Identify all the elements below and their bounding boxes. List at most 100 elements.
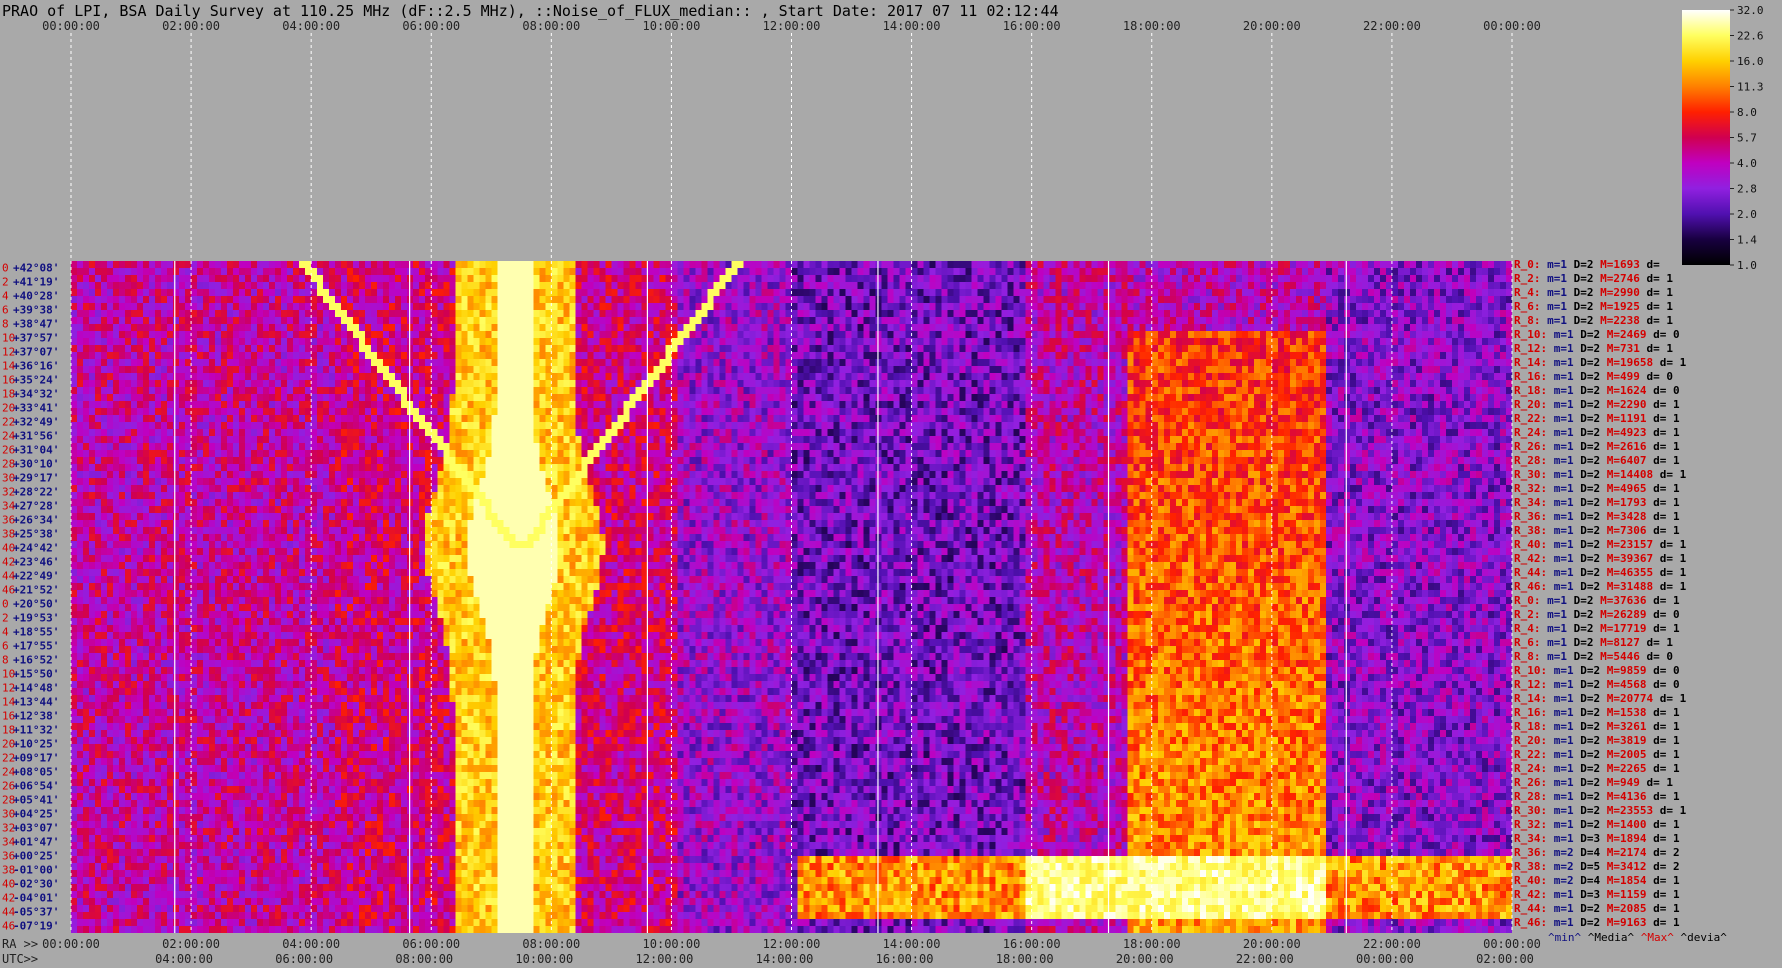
row-min: m=1 (1547, 482, 1574, 495)
row-max: M=1191 (1600, 412, 1647, 425)
utc-tick-label: 18:00:00 (996, 952, 1054, 966)
row-d: D=2 (1573, 482, 1601, 495)
declination-label: +35°24' (13, 374, 59, 387)
row-devia: d= 1 (1646, 706, 1680, 719)
row-devia: d= 1 (1646, 510, 1680, 523)
row-min: m=1 (1540, 622, 1567, 635)
row-stats: R_0: m=1 D=2 M=1693 d= (1514, 258, 1660, 271)
row-max: M=1400 (1600, 818, 1647, 831)
declination-label: +26°34' (13, 514, 59, 527)
declination-label: +05°41' (13, 794, 59, 807)
colorbar-tick-label: 5.7 (1737, 132, 1757, 145)
row-min: m=1 (1547, 412, 1574, 425)
row-stats: R_6: m=1 D=2 M=8127 d= 1 (1514, 636, 1673, 649)
row-devia: d= 1 (1646, 734, 1680, 747)
row-devia: d= 1 (1653, 566, 1687, 579)
row-max: M=3428 (1600, 510, 1647, 523)
row-id: R_34: (1514, 832, 1548, 845)
row-max: M=39367 (1600, 552, 1654, 565)
row-stats: R_36: m=1 D=2 M=3428 d= 1 (1514, 510, 1680, 523)
row-min: m=1 (1540, 594, 1567, 607)
row-id: R_30: (1514, 804, 1548, 817)
declination-label: +39°38' (13, 304, 59, 317)
row-min: m=1 (1547, 916, 1574, 929)
row-id: R_42: (1514, 888, 1548, 901)
row-min: m=2 (1547, 846, 1574, 859)
row-max: M=2990 (1593, 286, 1640, 299)
row-devia: d= 1 (1646, 426, 1680, 439)
utc-tick-label: 14:00:00 (756, 952, 814, 966)
row-max: M=23553 (1600, 804, 1654, 817)
row-devia: d= 1 (1639, 300, 1673, 313)
declination-label: +34°32' (13, 388, 59, 401)
top-tick-label: 08:00:00 (522, 19, 580, 33)
row-stats: R_12: m=1 D=2 M=731 d= 1 (1514, 342, 1673, 355)
row-stats: R_6: m=1 D=2 M=1925 d= 1 (1514, 300, 1673, 313)
ra-tick-label: 12:00:00 (763, 937, 821, 951)
row-stats: R_12: m=1 D=2 M=4568 d= 0 (1514, 678, 1680, 691)
row-devia: d= 1 (1653, 692, 1687, 705)
row-devia: d= 0 (1646, 608, 1680, 621)
declination-label: +31°56' (13, 430, 59, 443)
row-min: m=1 (1547, 748, 1574, 761)
utc-tick-label: 10:00:00 (515, 952, 573, 966)
row-devia: d= 1 (1646, 622, 1680, 635)
top-tick-label: 12:00:00 (763, 19, 821, 33)
row-d: D=4 (1573, 874, 1601, 887)
row-max: M=14408 (1600, 468, 1654, 481)
declination-label: +37°57' (13, 332, 59, 345)
row-min: m=1 (1547, 776, 1574, 789)
top-tick-label: 10:00:00 (643, 19, 701, 33)
utc-tick-label: 08:00:00 (395, 952, 453, 966)
row-id: R_42: (1514, 552, 1548, 565)
row-id: R_0: (1514, 594, 1541, 607)
row-max: M=1793 (1600, 496, 1647, 509)
colorbar: 32.0 22.6 16.0 11.3 8.0 5.7 4.0 2.8 2.0 1.4 1.0 (1682, 4, 1764, 272)
row-stats: R_8: m=1 D=2 M=2238 d= 1 (1514, 314, 1673, 327)
row-min: m=1 (1547, 356, 1574, 369)
row-d: D=2 (1573, 496, 1601, 509)
row-min: m=1 (1540, 272, 1567, 285)
row-max: M=2238 (1593, 314, 1640, 327)
colorbar-tick-label: 11.3 (1737, 81, 1764, 94)
colorbar-gradient (1682, 10, 1730, 265)
row-stats: R_46: m=1 D=2 M=9163 d= 1 (1514, 916, 1680, 929)
row-stats: R_26: m=1 D=2 M=2616 d= 1 (1514, 440, 1680, 453)
ra-tick-label: 06:00:00 (402, 937, 460, 951)
row-id: R_44: (1514, 566, 1548, 579)
declination-label: +24°42' (13, 542, 59, 555)
colorbar-tick-label: 32.0 (1737, 4, 1764, 17)
colorbar-tick-label: 2.0 (1737, 208, 1757, 221)
declination-label: +40°28' (13, 290, 59, 303)
row-stats: R_32: m=1 D=2 M=4965 d= 1 (1514, 482, 1680, 495)
ra-tick-label: 10:00:00 (643, 937, 701, 951)
row-max: M=949 (1600, 776, 1640, 789)
row-devia: d= 1 (1646, 594, 1680, 607)
row-id: R_0: (1514, 258, 1541, 271)
row-d: D=2 (1573, 510, 1601, 523)
declination-label: +23°46' (13, 556, 59, 569)
row-stats: R_2: m=1 D=2 M=26289 d= 0 (1514, 608, 1680, 621)
row-stats: R_42: m=1 D=2 M=39367 d= 1 (1514, 552, 1686, 565)
declination-label: +14°48' (13, 682, 59, 695)
row-id: R_38: (1514, 524, 1548, 537)
utc-tick-label: 22:00:00 (1236, 952, 1294, 966)
row-min: m=1 (1547, 888, 1574, 901)
row-d: D=2 (1573, 664, 1601, 677)
row-min: m=1 (1547, 384, 1574, 397)
row-d: D=2 (1573, 468, 1601, 481)
row-id: R_36: (1514, 510, 1548, 523)
row-d: D=2 (1573, 538, 1601, 551)
row-min: m=2 (1547, 874, 1574, 887)
row-stats: R_18: m=1 D=2 M=3261 d= 1 (1514, 720, 1680, 733)
row-d: D=2 (1573, 552, 1601, 565)
row-devia: d= 0 (1639, 650, 1673, 663)
row-stats: R_42: m=1 D=3 M=1159 d= 1 (1514, 888, 1680, 901)
row-min: m=1 (1547, 566, 1574, 579)
declination-label: +25°38' (13, 528, 59, 541)
row-d: D=2 (1573, 454, 1601, 467)
row-stats: R_0: m=1 D=2 M=37636 d= 1 (1514, 594, 1680, 607)
row-min: m=1 (1540, 258, 1567, 271)
row-id: R_40: (1514, 874, 1548, 887)
row-stats: R_4: m=1 D=2 M=17719 d= 1 (1514, 622, 1680, 635)
